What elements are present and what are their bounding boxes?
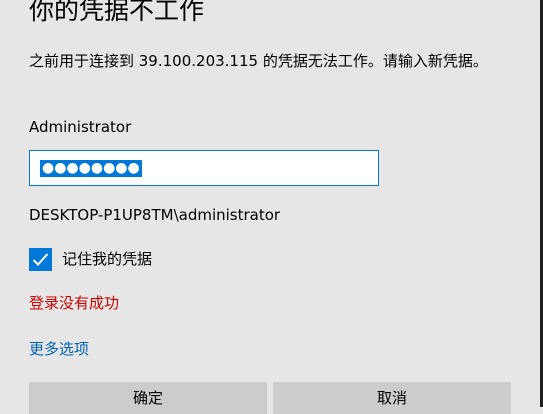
username-label: Administrator — [29, 118, 132, 136]
credential-dialog: 你的凭据不工作 之前用于连接到 39.100.203.115 的凭据无法工作。请… — [0, 0, 540, 414]
dialog-title: 你的凭据不工作 — [29, 0, 205, 25]
cancel-button[interactable]: 取消 — [273, 382, 511, 414]
more-options-link[interactable]: 更多选项 — [29, 338, 89, 360]
domain-user-label: DESKTOP-P1UP8TM\administrator — [29, 206, 281, 224]
checkmark-icon — [32, 252, 49, 266]
remember-checkbox[interactable] — [29, 247, 52, 271]
dialog-description: 之前用于连接到 39.100.203.115 的凭据无法工作。请输入新凭据。 — [29, 52, 488, 70]
remember-label: 记住我的凭据 — [62, 250, 153, 268]
ok-button[interactable]: 确定 — [29, 382, 267, 414]
password-selected-text: ●●●●●●●● — [40, 160, 142, 177]
remember-credentials-row[interactable]: 记住我的凭据 — [29, 247, 152, 271]
password-input[interactable]: ●●●●●●●● — [29, 150, 379, 186]
error-message: 登录没有成功 — [29, 294, 120, 312]
